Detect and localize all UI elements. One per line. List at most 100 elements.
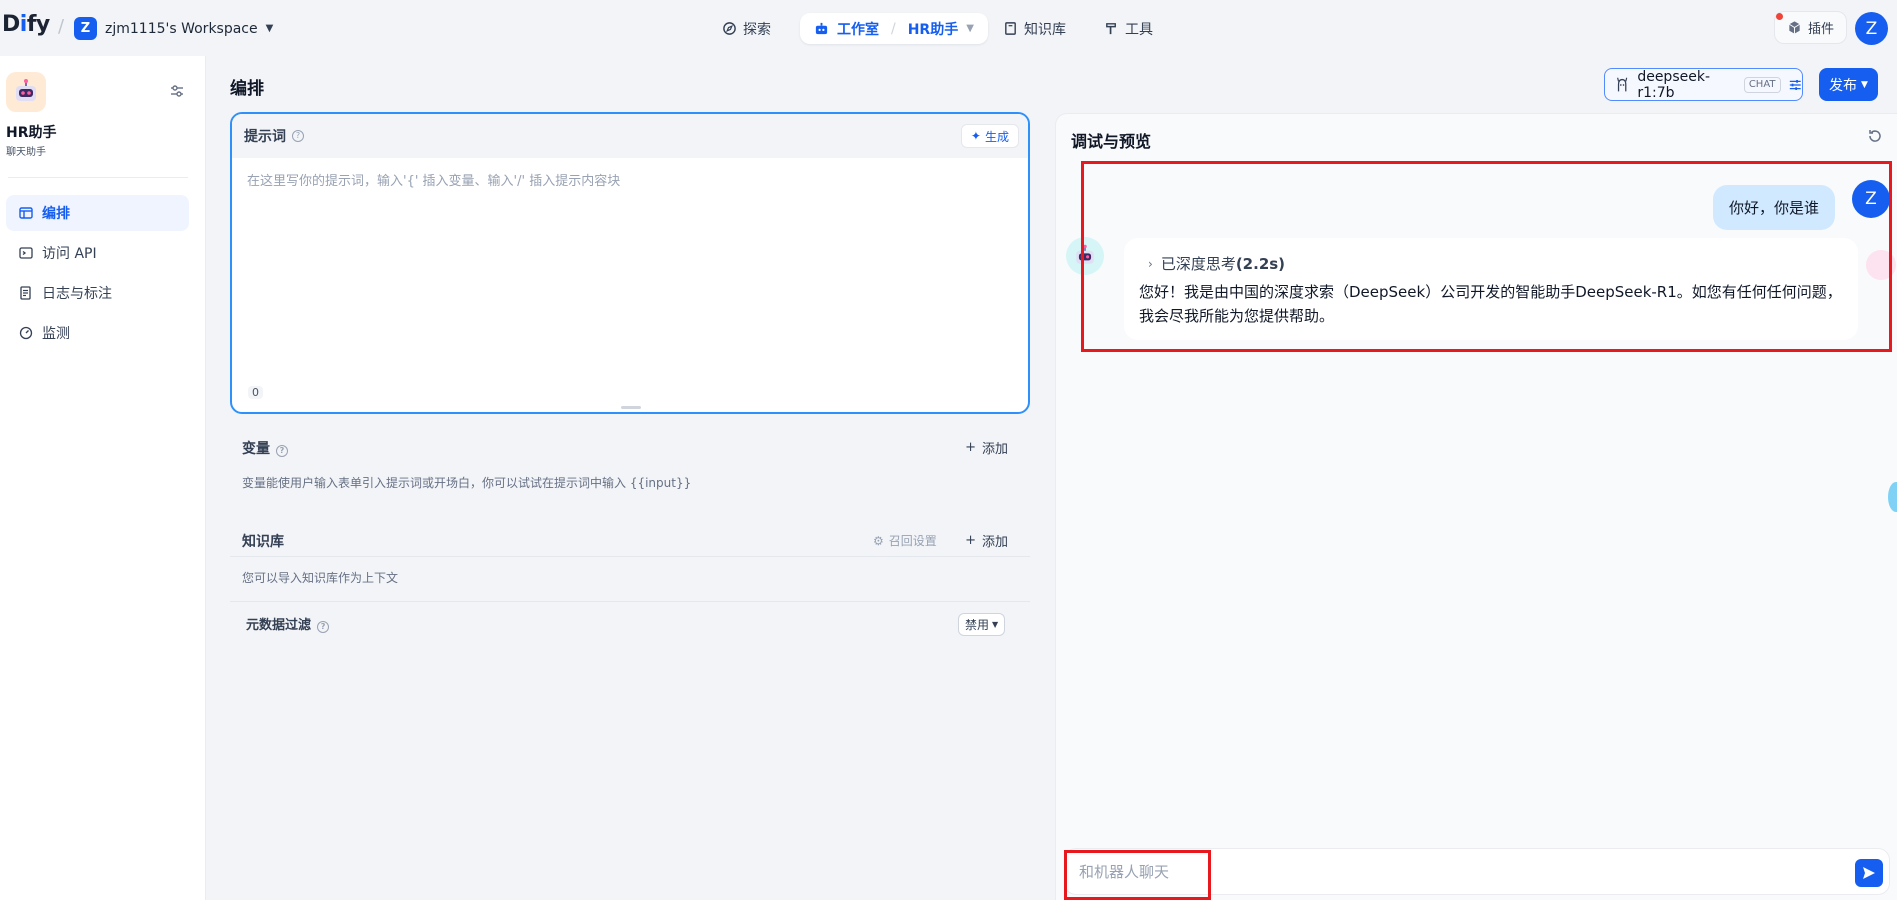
sidebar-divider (8, 177, 188, 178)
plus-icon: + (965, 440, 976, 455)
nav-explore[interactable]: 探索 (722, 13, 771, 44)
bot-answer: 您好！我是由中国的深度求索（DeepSeek）公司开发的智能助手DeepSeek… (1139, 283, 1842, 325)
plus-icon: + (965, 533, 976, 548)
sidebar-item-api[interactable]: 访问 API (6, 235, 189, 271)
recall-label: 召回设置 (888, 534, 937, 548)
add-knowledge-button[interactable]: + 添加 (965, 531, 1008, 550)
nav-studio[interactable]: 工作室 / HR助手 ▼ (800, 13, 988, 44)
chevron-right-icon: › (1148, 256, 1153, 271)
recall-settings-button[interactable]: ⚙ 召回设置 (873, 532, 937, 549)
settings-sliders-icon[interactable] (168, 82, 186, 100)
plugins-label: 插件 (1808, 22, 1835, 37)
app-robot-icon (6, 72, 46, 112)
sidebar-item-label: 访问 API (42, 246, 97, 262)
dashboard-icon (19, 326, 33, 340)
variables-card: 变量? + 添加 变量能使用户输入表单引入提示词或开场白，你可以试试在提示词中输入… (230, 424, 1030, 506)
refresh-icon[interactable] (1867, 128, 1883, 144)
breadcrumb-separator: / (58, 16, 65, 37)
thinking-label: 已深度思考 (1160, 255, 1236, 273)
chevron-down-icon[interactable]: ▼ (966, 23, 974, 34)
prompt-header: 提示词 ? (232, 114, 1028, 158)
knowledge-description: 您可以导入知识库作为上下文 (242, 571, 399, 585)
tune-icon[interactable] (1788, 77, 1803, 93)
sidebar-item-label: 监测 (42, 326, 70, 342)
page-title: 编排 (230, 79, 264, 99)
nav-knowledge[interactable]: 知识库 (1003, 13, 1066, 44)
debug-title: 调试与预览 (1071, 132, 1152, 151)
settings-sliders-icon: ⚙ (873, 533, 884, 548)
sidebar-item-label: 编排 (42, 206, 70, 222)
dify-logo[interactable]: Dify (2, 12, 50, 37)
sidebar-item-label: 日志与标注 (42, 286, 112, 302)
user-message: 你好，你是谁 (1713, 185, 1836, 230)
plugins-button[interactable]: 插件 (1774, 11, 1848, 44)
chat-input-container (1064, 848, 1890, 895)
sidebar-item-logs[interactable]: 日志与标注 (6, 275, 189, 311)
knowledge-title: 知识库 (242, 534, 284, 550)
chevron-down-icon: ▼ (992, 620, 999, 629)
layout-icon (19, 207, 33, 219)
knowledge-card: 知识库 ⚙ 召回设置 + 添加 您可以导入知识库作为上下文 元数据过滤? 禁用 ▼ (230, 517, 1030, 642)
translate-icon[interactable] (1866, 250, 1896, 280)
char-count: 0 (248, 386, 263, 399)
nav-knowledge-label: 知识库 (1024, 21, 1066, 38)
prompt-textarea[interactable] (232, 158, 1028, 368)
llama-icon (1617, 77, 1628, 91)
bot-avatar (1066, 237, 1104, 275)
sidebar-item-orchestrate[interactable]: 编排 (6, 195, 189, 231)
prompt-panel: 提示词 ? ✦ 生成 0 (230, 112, 1030, 414)
prompt-title: 提示词 (244, 129, 286, 145)
nav-explore-label: 探索 (743, 21, 771, 38)
side-drawer-handle[interactable] (1888, 482, 1897, 512)
model-mode-badge: CHAT (1743, 76, 1781, 93)
book-icon (1005, 22, 1016, 35)
add-variable-button[interactable]: + 添加 (965, 438, 1008, 457)
thinking-time: (2.2s) (1235, 254, 1286, 273)
nav-studio-label: 工作室 (837, 21, 879, 38)
sidebar-item-monitor[interactable]: 监测 (6, 315, 189, 351)
send-button[interactable] (1855, 859, 1883, 887)
metadata-filter-select[interactable]: 禁用 ▼ (958, 613, 1006, 636)
user-avatar: Z (1852, 180, 1890, 218)
help-icon[interactable]: ? (317, 621, 330, 633)
robot-icon (815, 22, 828, 35)
workspace-name: zjm1115's Workspace (105, 20, 258, 37)
divider (230, 556, 1030, 557)
cube-icon (1789, 21, 1800, 34)
app-sidebar: HR助手 聊天助手 编排 访问 API 日志与标注 监测 (0, 56, 206, 900)
current-app-name[interactable]: HR助手 (908, 19, 959, 39)
compass-icon (723, 22, 736, 35)
generate-button[interactable]: ✦ 生成 (960, 124, 1019, 148)
chat-input[interactable] (1079, 861, 1779, 883)
user-avatar[interactable]: Z (1855, 12, 1888, 45)
variables-title: 变量? (242, 438, 288, 458)
publish-button[interactable]: 发布 ▼ (1819, 68, 1878, 101)
help-icon[interactable]: ? (292, 130, 304, 142)
nav-separator: / (891, 20, 896, 37)
nav-tools[interactable]: 工具 (1104, 13, 1153, 44)
hammer-icon (1106, 23, 1116, 35)
bot-message: › 已深度思考 (2.2s) 您好！我是由中国的深度求索（DeepSeek）公司开… (1124, 238, 1858, 340)
app-type: 聊天助手 (6, 147, 46, 158)
notification-dot (1776, 13, 1783, 20)
metadata-filter-title: 元数据过滤? (246, 614, 330, 633)
resize-handle[interactable] (621, 406, 641, 409)
variables-description: 变量能使用户输入表单引入提示词或开场白，你可以试试在提示词中输入 {{input… (242, 476, 692, 490)
top-nav-bar: Dify / Z zjm1115's Workspace ▼ 探索 工作室 / … (0, 0, 1897, 56)
model-selector[interactable]: deepseek-r1:7b CHAT (1604, 68, 1803, 101)
publish-label: 发布 (1829, 77, 1858, 94)
file-list-icon (20, 286, 31, 300)
send-icon (1863, 867, 1875, 879)
filter-value: 禁用 (965, 618, 990, 632)
thinking-toggle[interactable]: › 已深度思考 (2.2s) (1148, 253, 1285, 274)
workspace-switcher[interactable]: Z zjm1115's Workspace ▼ (74, 17, 273, 40)
sparkle-icon: ✦ (970, 129, 981, 143)
add-label: 添加 (981, 442, 1008, 457)
model-name: deepseek-r1:7b (1637, 68, 1710, 101)
add-label: 添加 (981, 535, 1008, 550)
help-icon[interactable]: ? (276, 445, 288, 457)
divider (230, 601, 1030, 602)
debug-preview-panel: 调试与预览 你好，你是谁 Z › 已深度思考 (2.2s) 您好！我是由中国的深度… (1055, 113, 1897, 900)
chevron-down-icon: ▼ (265, 23, 274, 34)
app-name: HR助手 (6, 125, 57, 141)
